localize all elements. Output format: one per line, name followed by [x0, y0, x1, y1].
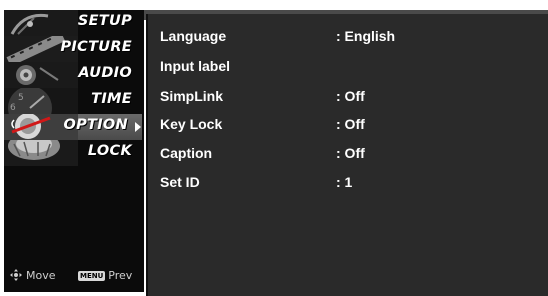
menu-label-picture: PICTURE [60, 39, 132, 55]
move-hint-label: Move [26, 269, 56, 282]
selection-arrow-icon [135, 122, 141, 132]
menu-item-lock[interactable]: LOCK [4, 140, 142, 166]
option-label-input-label: Input label [160, 58, 230, 74]
menu-label-lock: LOCK [87, 143, 132, 159]
option-value-simplink: : Off [336, 88, 365, 104]
prev-hint: MENU Prev [78, 269, 132, 282]
menu-item-time[interactable]: 6 5 TIME [4, 88, 142, 114]
menu-label-option: OPTION [63, 117, 128, 133]
option-label-simplink: SimpLink [160, 88, 224, 104]
menu-item-audio[interactable]: AUDIO [4, 62, 142, 88]
option-label-language: Language [160, 28, 227, 44]
menu-label-setup: SETUP [77, 13, 132, 29]
move-dpad-icon [10, 269, 22, 281]
option-settings-panel: Language : English Input label SimpLink … [146, 14, 548, 296]
option-row-simplink[interactable]: SimpLink : Off [160, 88, 540, 110]
menu-item-option[interactable]: OPTION [4, 114, 142, 140]
main-menu-sidebar: SETUP PICTURE AUDIO 6 5 TIME OPTION LOCK… [4, 10, 144, 292]
satellite-dish-icon [4, 10, 78, 36]
option-row-key-lock[interactable]: Key Lock : Off [160, 116, 540, 138]
option-row-caption[interactable]: Caption : Off [160, 145, 540, 167]
option-value-key-lock: : Off [336, 116, 365, 132]
option-label-set-id: Set ID [160, 174, 200, 190]
menu-key-icon: MENU [78, 271, 106, 281]
menu-item-picture[interactable]: PICTURE [4, 36, 142, 62]
prev-hint-label: Prev [108, 269, 133, 282]
option-row-input-label[interactable]: Input label [160, 58, 540, 80]
menu-label-audio: AUDIO [78, 65, 132, 81]
speaker-icon [4, 62, 78, 88]
tv-menu-screen: SETUP PICTURE AUDIO 6 5 TIME OPTION LOCK… [0, 0, 548, 296]
option-value-set-id: : 1 [336, 174, 353, 190]
option-label-key-lock: Key Lock [160, 116, 223, 132]
option-label-caption: Caption [160, 145, 213, 161]
svg-text:6: 6 [10, 103, 16, 113]
option-value-caption: : Off [336, 145, 365, 161]
clock-icon: 6 5 [4, 88, 78, 114]
svg-text:5: 5 [18, 93, 24, 103]
menu-item-setup[interactable]: SETUP [4, 10, 142, 36]
option-row-language[interactable]: Language : English [160, 28, 540, 50]
option-row-set-id[interactable]: Set ID : 1 [160, 174, 540, 196]
lock-dial-icon [4, 140, 78, 166]
option-value-language: : English [336, 28, 396, 44]
menu-label-time: TIME [91, 91, 132, 107]
move-hint: Move [10, 269, 56, 282]
